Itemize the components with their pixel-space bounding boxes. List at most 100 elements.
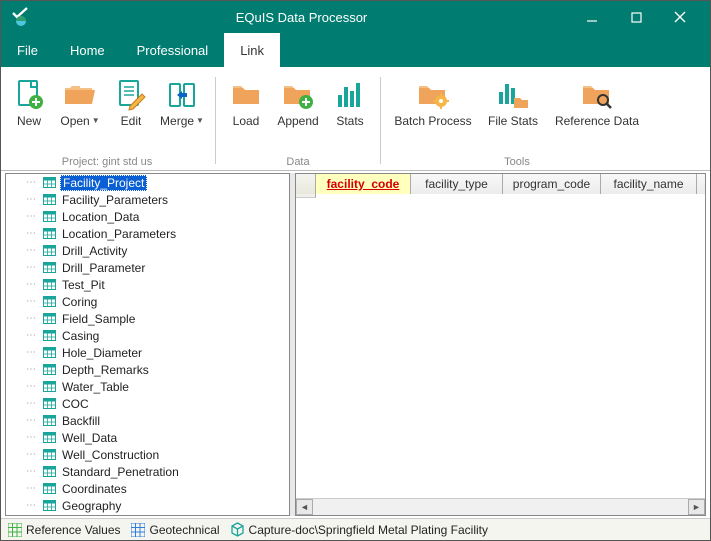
ribbon-group-tools: Batch Process File Stats Reference Data … <box>389 71 645 170</box>
new-document-icon <box>12 75 46 115</box>
tree-panel: ⋯Facility_Project⋯Facility_Parameters⋯Lo… <box>5 173 290 516</box>
merge-icon <box>165 75 199 115</box>
grid-header: facility_code facility_type program_code… <box>296 174 705 194</box>
tree-item[interactable]: ⋯Water_Table <box>6 378 289 395</box>
tree-item[interactable]: ⋯Casing <box>6 327 289 344</box>
tree-item-label: Geography <box>60 499 123 513</box>
menu-bar: File Home Professional Link <box>1 33 710 67</box>
append-button[interactable]: Append <box>272 71 324 156</box>
status-reference-values[interactable]: Reference Values <box>7 522 121 537</box>
tree-item[interactable]: ⋯Well_Construction <box>6 446 289 463</box>
tree-connector-icon: ⋯ <box>26 211 36 222</box>
table-icon <box>42 414 56 428</box>
tree-item-label: Field_Sample <box>60 312 137 326</box>
tree-item[interactable]: ⋯Standard_Penetration <box>6 463 289 480</box>
tree-connector-icon: ⋯ <box>26 364 36 375</box>
grid-green-icon <box>7 522 22 537</box>
load-button[interactable]: Load <box>224 71 268 156</box>
stats-button[interactable]: Stats <box>328 71 372 156</box>
tree-item[interactable]: ⋯Drill_Parameter <box>6 259 289 276</box>
tree-item[interactable]: ⋯Facility_Project <box>6 174 289 191</box>
table-icon <box>42 448 56 462</box>
app-logo-icon <box>9 7 33 27</box>
tree-item-label: Hole_Diameter <box>60 346 144 360</box>
status-geotechnical[interactable]: Geotechnical <box>131 522 220 537</box>
tree-item[interactable]: ⋯Facility_Parameters <box>6 191 289 208</box>
title-bar: EQuIS Data Processor <box>1 1 710 33</box>
column-header-program-code[interactable]: program_code <box>503 174 601 194</box>
file-stats-button[interactable]: File Stats <box>481 71 545 156</box>
tree-item[interactable]: ⋯Backfill <box>6 412 289 429</box>
tree-item[interactable]: ⋯ Depth_Remarks <box>6 361 289 378</box>
tree-item[interactable]: ⋯Geography <box>6 497 289 514</box>
tree-item-label: Facility_Project <box>60 175 147 191</box>
group-data-label: Data <box>224 156 372 170</box>
table-icon <box>42 210 56 224</box>
tab-file[interactable]: File <box>1 33 54 67</box>
tree-item[interactable]: ⋯Well_Data <box>6 429 289 446</box>
open-button[interactable]: Open▼ <box>55 71 105 156</box>
minimize-button[interactable] <box>570 1 614 33</box>
table-icon <box>42 380 56 394</box>
tree-connector-icon: ⋯ <box>26 194 36 205</box>
scroll-right-button[interactable]: ► <box>688 499 705 515</box>
tab-link[interactable]: Link <box>224 33 280 67</box>
ribbon-group-project: New Open▼ Edit Merge▼ Project: <box>7 71 207 170</box>
close-button[interactable] <box>658 1 702 33</box>
merge-button[interactable]: Merge▼ <box>157 71 207 156</box>
new-button[interactable]: New <box>7 71 51 156</box>
tree-item[interactable]: ⋯ Hole_Diameter <box>6 344 289 361</box>
tree-item[interactable]: ⋯COC <box>6 395 289 412</box>
table-icon <box>42 329 56 343</box>
status-capture[interactable]: Capture-doc\Springfield Metal Plating Fa… <box>230 522 488 537</box>
tree-item-label: Drill_Parameter <box>60 261 147 275</box>
batch-process-button[interactable]: Batch Process <box>389 71 477 156</box>
tree-connector-icon: ⋯ <box>26 228 36 239</box>
table-icon <box>42 346 56 360</box>
maximize-button[interactable] <box>614 1 658 33</box>
tree-connector-icon: ⋯ <box>26 313 36 324</box>
tree-item[interactable]: ⋯ Location_Parameters <box>6 225 289 242</box>
tree-connector-icon: ⋯ <box>26 347 36 358</box>
grid-panel: facility_code facility_type program_code… <box>295 173 706 516</box>
grid-blue-icon <box>131 522 146 537</box>
edit-label: Edit <box>121 115 142 128</box>
tree-item-label: Depth_Remarks <box>60 363 151 377</box>
cube-icon <box>230 522 245 537</box>
tree-item[interactable]: ⋯Coring <box>6 293 289 310</box>
tab-home[interactable]: Home <box>54 33 121 67</box>
tab-professional[interactable]: Professional <box>121 33 225 67</box>
column-header-facility-code[interactable]: facility_code <box>316 174 411 194</box>
tree-item-label: Location_Data <box>60 210 141 224</box>
tree-item[interactable]: ⋯ Location_Data <box>6 208 289 225</box>
reference-data-button[interactable]: Reference Data <box>549 71 645 156</box>
horizontal-scrollbar[interactable]: ◄ ► <box>296 498 705 515</box>
bar-chart-icon <box>334 75 366 115</box>
scroll-track[interactable] <box>313 499 688 515</box>
reference-data-label: Reference Data <box>555 115 639 128</box>
tree-item[interactable]: ⋯Test_Pit <box>6 276 289 293</box>
ribbon: New Open▼ Edit Merge▼ Project: <box>1 67 710 171</box>
column-header-facility-name[interactable]: facility_name <box>601 174 697 194</box>
status-capture-label: Capture-doc\Springfield Metal Plating Fa… <box>249 523 488 537</box>
table-icon <box>42 397 56 411</box>
tree-item-label: Casing <box>60 329 101 343</box>
column-header-facility-type[interactable]: facility_type <box>411 174 503 194</box>
table-icon <box>42 312 56 326</box>
edit-button[interactable]: Edit <box>109 71 153 156</box>
tree-item[interactable]: ⋯Drill_Activity <box>6 242 289 259</box>
tree-item[interactable]: ⋯Coordinates <box>6 480 289 497</box>
table-icon <box>42 295 56 309</box>
table-icon <box>42 176 56 190</box>
tree-item-label: Location_Parameters <box>60 227 178 241</box>
scroll-left-button[interactable]: ◄ <box>296 499 313 515</box>
tree-connector-icon: ⋯ <box>26 398 36 409</box>
tree-item[interactable]: ⋯ Field_Sample <box>6 310 289 327</box>
window-title: EQuIS Data Processor <box>33 10 570 25</box>
table-icon <box>42 431 56 445</box>
row-header-corner[interactable] <box>296 174 316 194</box>
tree-scroll[interactable]: ⋯Facility_Project⋯Facility_Parameters⋯Lo… <box>6 174 289 515</box>
tree-item-label: Test_Pit <box>60 278 107 292</box>
ribbon-separator <box>380 77 381 164</box>
folder-icon <box>229 75 263 115</box>
